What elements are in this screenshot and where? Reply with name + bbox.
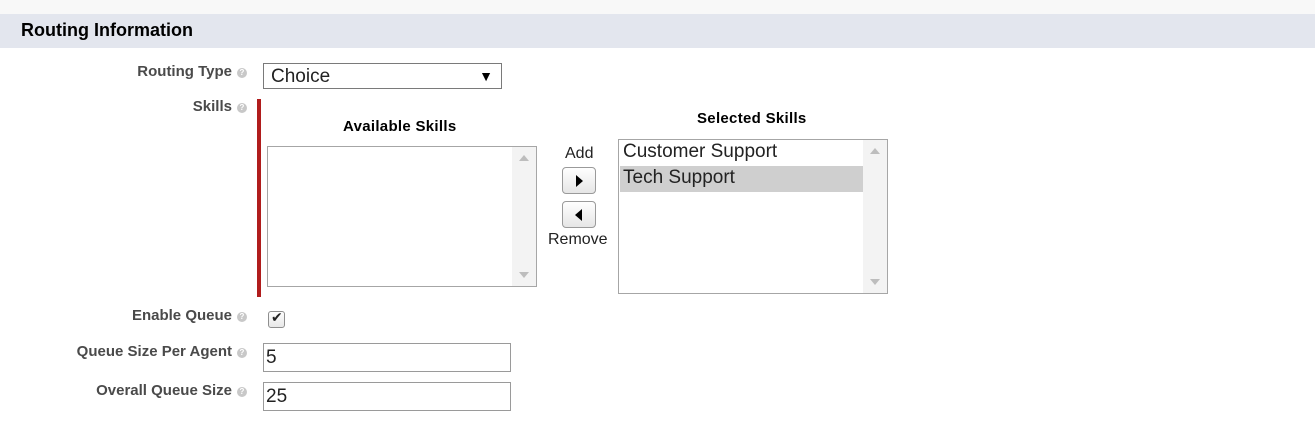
arrow-left-icon xyxy=(575,209,582,221)
available-skills-header: Available Skills xyxy=(343,118,457,135)
help-icon[interactable]: ? xyxy=(237,103,247,113)
section-title: Routing Information xyxy=(21,20,193,40)
help-icon[interactable]: ? xyxy=(237,387,247,397)
scrollbar[interactable] xyxy=(512,147,536,286)
queue-size-per-agent-input[interactable]: 5 xyxy=(263,343,511,372)
skills-label: Skills xyxy=(192,98,232,115)
enable-queue-checkbox[interactable]: ✔ xyxy=(268,309,285,328)
list-item[interactable]: Customer Support xyxy=(620,140,863,166)
add-button[interactable] xyxy=(562,167,596,194)
routing-type-label: Routing Type xyxy=(137,63,232,80)
section-header xyxy=(0,14,1315,48)
scroll-up-icon[interactable] xyxy=(519,155,529,161)
scroll-down-icon[interactable] xyxy=(519,272,529,278)
remove-button[interactable] xyxy=(562,201,596,228)
overall-queue-size-label: Overall Queue Size xyxy=(96,382,232,399)
add-caption: Add xyxy=(565,145,594,162)
checkmark-icon: ✔ xyxy=(271,309,283,325)
selected-skills-header: Selected Skills xyxy=(697,110,807,127)
routing-type-select[interactable]: Choice ▼ xyxy=(263,63,502,89)
help-icon[interactable]: ? xyxy=(237,68,247,78)
overall-queue-size-input[interactable]: 25 xyxy=(263,382,511,411)
selected-skills-listbox[interactable]: Customer Support Tech Support xyxy=(618,139,888,294)
queue-size-per-agent-label: Queue Size Per Agent xyxy=(76,343,232,360)
top-strip xyxy=(0,0,1315,14)
list-item[interactable]: Tech Support xyxy=(620,166,863,192)
scroll-down-icon[interactable] xyxy=(870,279,880,285)
scroll-up-icon[interactable] xyxy=(870,148,880,154)
remove-caption: Remove xyxy=(548,231,608,248)
enable-queue-label: Enable Queue xyxy=(131,307,232,324)
help-icon[interactable]: ? xyxy=(237,348,247,358)
required-indicator xyxy=(257,99,261,297)
scrollbar[interactable] xyxy=(863,140,887,293)
routing-type-value: Choice xyxy=(271,66,331,87)
available-skills-listbox[interactable] xyxy=(267,146,537,287)
help-icon[interactable]: ? xyxy=(237,312,247,322)
dropdown-arrow-icon: ▼ xyxy=(479,68,493,84)
arrow-right-icon xyxy=(576,175,583,187)
